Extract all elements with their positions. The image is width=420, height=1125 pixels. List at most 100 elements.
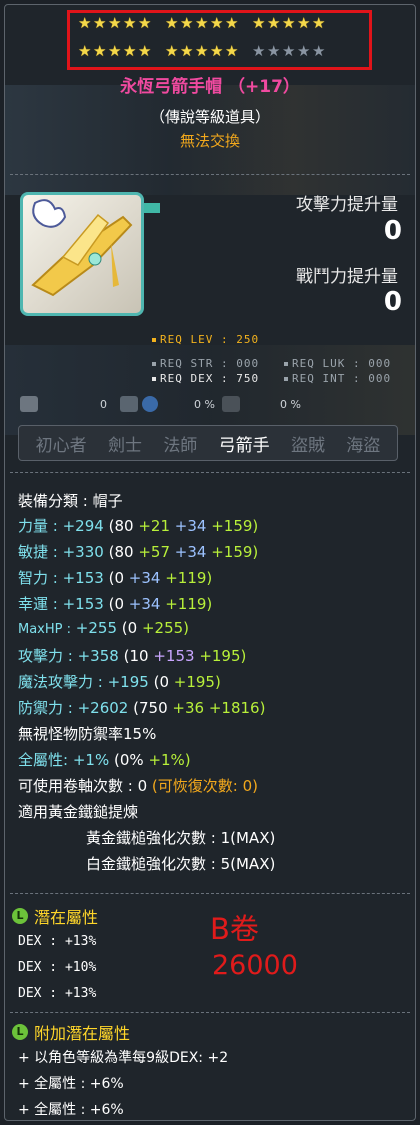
star-icon: ★ (108, 42, 122, 60)
empty-star-icon: ★ (282, 42, 296, 60)
star-icon: ★ (312, 14, 326, 32)
star-icon: ★ (225, 42, 239, 60)
globe-icon (142, 396, 158, 412)
star-group: ★ ★ ★ ★ ★ (252, 44, 327, 62)
star-icon: ★ (78, 14, 92, 32)
star-icon: ★ (123, 14, 137, 32)
item-tooltip (4, 4, 416, 1121)
req-int: REQ INT : 000 (284, 372, 391, 385)
scroll-slots: 可使用卷軸次數 : 0 (可恢復次數: 0) (18, 777, 258, 795)
star-icon: ★ (93, 14, 107, 32)
item-icon-frame (20, 192, 144, 316)
trade-status: 無法交換 (179, 132, 240, 150)
potential-title: 潛在屬性 (34, 908, 99, 927)
bonus-potential-header: L 附加潛在屬性 (12, 1020, 130, 1044)
stat-ignore-defense: 無視怪物防禦率15% (18, 725, 157, 743)
req-level: REQ LEV : 250 (152, 333, 259, 346)
item-grade: （傳說等級道具） (149, 108, 270, 126)
empty-star-icon: ★ (267, 42, 281, 60)
stat-defense: 防禦力 : +2602 (750 +36 +1816) (18, 699, 266, 717)
star-group: ★ ★ ★ ★ ★ (78, 44, 153, 62)
star-group: ★ ★ ★ ★ ★ (165, 16, 240, 34)
job-0: 初心者 (35, 435, 87, 456)
star-icon: ★ (165, 42, 179, 60)
star-icon: ★ (108, 14, 122, 32)
star-row-1: ★ ★ ★ ★ ★ ★ ★ ★ ★ ★ ★ ★ ★ ★ ★ (78, 16, 339, 34)
star-group: ★ ★ ★ ★ ★ (165, 44, 240, 62)
shield-icon (222, 396, 240, 412)
job-2: 法師 (163, 435, 198, 456)
platinum-hammer-count: 白金鐵槌強化次數 : 5(MAX) (86, 855, 276, 873)
annotation-scroll: B卷 (210, 912, 259, 946)
star-icon: ★ (138, 42, 152, 60)
stat-attack: 攻擊力 : +358 (10 +153 +195) (18, 647, 247, 665)
empty-star-icon: ★ (297, 42, 311, 60)
req-dex: REQ DEX : 750 (152, 372, 259, 385)
legendary-icon: L (12, 908, 28, 924)
divider (10, 174, 410, 175)
bonus-potential-line-1: + 以角色等級為準每9級DEX: +2 (18, 1050, 229, 1066)
star-icon: ★ (93, 42, 107, 60)
star-icon: ★ (78, 42, 92, 60)
annotation-price: 26000 (212, 950, 298, 981)
star-icon: ★ (195, 14, 209, 32)
icon-value-1: 0 (100, 398, 107, 411)
stat-maxhp: MaxHP : +255 (0 +255) (18, 619, 190, 637)
star-icon: ★ (195, 42, 209, 60)
equip-category: 裝備分類 : 帽子 (18, 492, 123, 510)
item-tag (144, 203, 160, 213)
bonus-potential-line-3: + 全屬性 : +6% (18, 1102, 124, 1118)
legendary-icon: L (12, 1024, 28, 1040)
attack-increase-value: 0 (383, 216, 402, 246)
divider (10, 893, 410, 894)
divider (10, 1012, 410, 1013)
gold-hammer-count: 黃金鐵槌強化次數 : 1(MAX) (86, 829, 276, 847)
stat-luk: 幸運 : +153 (0 +34 +119) (18, 595, 213, 613)
combat-increase-value: 0 (383, 287, 402, 317)
stat-int: 智力 : +153 (0 +34 +119) (18, 569, 213, 587)
empty-star-icon: ★ (252, 42, 266, 60)
stat-all: 全屬性: +1% (0% +1%) (18, 751, 191, 769)
potential-line-1: DEX : +13% (18, 934, 97, 949)
golden-winged-hat-icon (31, 199, 133, 297)
stat-dex: 敏捷 : +330 (80 +57 +34 +159) (18, 543, 259, 561)
job-requirement-bar: 初心者 劍士 法師 弓箭手 盜賊 海盜 (18, 425, 398, 461)
icon-value-2: 0 % (194, 398, 215, 411)
star-icon: ★ (180, 42, 194, 60)
potential-header: L 潛在屬性 (12, 904, 98, 928)
empty-star-icon: ★ (312, 42, 326, 60)
star-icon: ★ (138, 14, 152, 32)
star-row-2: ★ ★ ★ ★ ★ ★ ★ ★ ★ ★ ★ ★ ★ ★ ★ (78, 44, 339, 62)
job-5: 海盜 (346, 435, 381, 456)
star-icon: ★ (297, 14, 311, 32)
job-1: 劍士 (107, 435, 142, 456)
req-luk: REQ LUK : 000 (284, 357, 391, 370)
job-3: 弓箭手 (218, 435, 270, 456)
star-icon: ★ (210, 42, 224, 60)
star-group: ★ ★ ★ ★ ★ (252, 16, 327, 34)
stat-str: 力量 : +294 (80 +21 +34 +159) (18, 517, 259, 535)
bonus-potential-title: 附加潛在屬性 (34, 1024, 131, 1043)
star-icon: ★ (210, 14, 224, 32)
job-4: 盜賊 (290, 435, 325, 456)
star-icon: ★ (282, 14, 296, 32)
item-name: 永恆弓箭手帽 （+17） (120, 77, 300, 97)
icon-value-3: 0 % (280, 398, 301, 411)
star-icon: ★ (267, 14, 281, 32)
combat-increase-label: 戰鬥力提升量 (296, 267, 398, 287)
divider (10, 472, 410, 473)
trade-icon (20, 396, 38, 412)
star-icon: ★ (123, 42, 137, 60)
star-icon: ★ (252, 14, 266, 32)
stat-magic-attack: 魔法攻擊力 : +195 (0 +195) (18, 673, 221, 691)
attack-increase-label: 攻擊力提升量 (296, 195, 398, 215)
star-group: ★ ★ ★ ★ ★ (78, 16, 153, 34)
bonus-potential-line-2: + 全屬性 : +6% (18, 1076, 124, 1092)
star-icon: ★ (225, 14, 239, 32)
req-str: REQ STR : 000 (152, 357, 259, 370)
potential-line-2: DEX : +10% (18, 960, 97, 975)
star-icon: ★ (165, 14, 179, 32)
potential-line-3: DEX : +13% (18, 986, 97, 1001)
star-icon: ★ (180, 14, 194, 32)
crown-icon (120, 396, 138, 412)
